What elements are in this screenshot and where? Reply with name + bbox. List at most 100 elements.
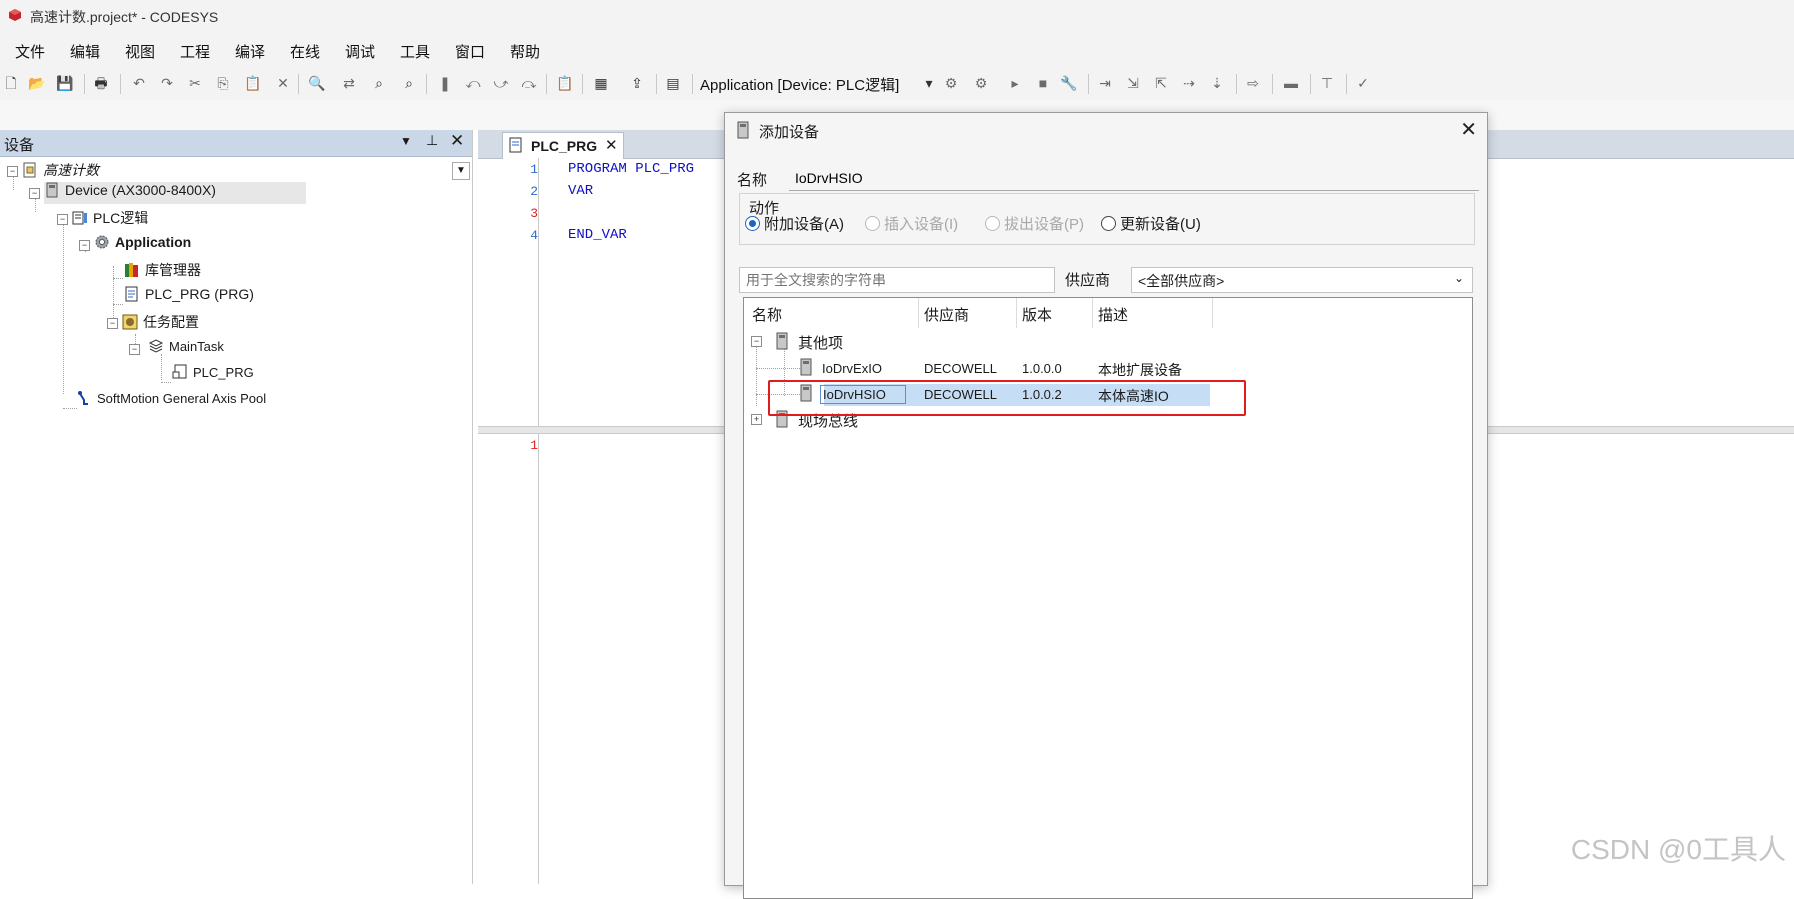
force-values-icon[interactable]: ⊤ xyxy=(1318,73,1336,93)
tree-item-device[interactable]: Device (AX3000-8400X) xyxy=(44,182,306,204)
menu-window[interactable]: 窗口 xyxy=(455,41,485,62)
task-config-icon xyxy=(122,314,138,330)
stop-icon[interactable]: ■ xyxy=(1034,73,1052,93)
paste-icon[interactable]: 📋 xyxy=(244,73,262,93)
menu-edit[interactable]: 编辑 xyxy=(70,41,100,62)
collapse-toggle[interactable]: − xyxy=(7,166,18,177)
print-icon[interactable]: 🖶 xyxy=(92,73,110,93)
toolbar: 🗋 📂 💾 🖶 ↶ ↷ ✂ ⎘ 📋 ✕ 🔍 ⇄ ⌕ ⌕ ❚ ⤺ ⤻ ⤼ 📋 ▦ … xyxy=(0,68,1794,100)
column-header-description[interactable]: 描述 xyxy=(1098,304,1128,325)
close-panel-icon[interactable]: ✕ xyxy=(450,131,464,151)
run-to-cursor-icon[interactable]: ⇢ xyxy=(1180,73,1198,93)
login-icon[interactable]: ⚙ xyxy=(942,73,960,93)
radio-update-device[interactable]: 更新设备(U) xyxy=(1101,213,1201,234)
step-into-icon[interactable]: ⇲ xyxy=(1124,73,1142,93)
close-tab-icon[interactable]: ✕ xyxy=(605,136,618,154)
reset-icon[interactable]: 🔧 xyxy=(1060,73,1078,93)
watermark: CSDN @0工具人 xyxy=(1570,834,1786,865)
menu-online[interactable]: 在线 xyxy=(290,41,320,62)
step-over-icon[interactable]: ⇥ xyxy=(1096,73,1114,93)
line-number: 1 xyxy=(530,162,538,177)
vendor-select[interactable]: <全部供应商> ⌄ xyxy=(1131,267,1473,293)
tree-item-axis-pool[interactable]: SoftMotion General Axis Pool xyxy=(76,390,266,412)
replace-icon[interactable]: ⇄ xyxy=(340,73,358,93)
close-icon[interactable]: ✕ xyxy=(1460,117,1477,142)
active-application-selector[interactable]: Application [Device: PLC逻辑] xyxy=(700,74,899,95)
undo-icon[interactable]: ↶ xyxy=(130,73,148,93)
radio-unplug-device[interactable]: 拔出设备(P) xyxy=(985,213,1084,234)
device-config-icon[interactable]: ▤ xyxy=(664,73,682,93)
menu-view[interactable]: 视图 xyxy=(125,41,155,62)
menu-project[interactable]: 工程 xyxy=(180,41,210,62)
insert-object-icon[interactable]: ▦ xyxy=(592,73,610,93)
tree-item-plc-prg[interactable]: PLC_PRG (PRG) xyxy=(124,286,254,308)
tree-item-library-manager[interactable]: 库管理器 xyxy=(124,260,201,282)
tree-scroll-dropdown-icon[interactable]: ▼ xyxy=(452,162,470,180)
bookmark-next-icon[interactable]: ⤻ xyxy=(492,73,510,93)
start-icon[interactable]: ▸ xyxy=(1006,73,1024,93)
pin-icon[interactable]: ⊥ xyxy=(426,132,438,149)
bookmark-prev-icon[interactable]: ⤺ xyxy=(464,73,482,93)
chevron-down-icon: ⌄ xyxy=(1453,271,1464,285)
collapse-toggle[interactable]: − xyxy=(79,240,90,251)
code-line[interactable]: VAR xyxy=(568,183,593,199)
tree-item-application[interactable]: Application xyxy=(94,234,191,256)
find-all-icon[interactable]: ⌕ xyxy=(370,73,388,93)
copy-icon[interactable]: ⎘ xyxy=(214,73,232,93)
tree-item-plc-prg-call[interactable]: PLC_PRG xyxy=(172,364,254,386)
collapse-toggle[interactable]: − xyxy=(107,318,118,329)
redo-icon[interactable]: ↷ xyxy=(158,73,176,93)
code-line[interactable]: END_VAR xyxy=(568,227,627,243)
new-file-icon[interactable]: 🗋 xyxy=(2,73,20,93)
device-name-input[interactable] xyxy=(789,165,1479,191)
collapse-toggle[interactable]: − xyxy=(751,336,762,347)
name-label: 名称 xyxy=(737,172,768,189)
panel-dropdown-icon[interactable]: ▼ xyxy=(400,134,412,148)
tree-item-maintask[interactable]: MainTask xyxy=(148,338,224,360)
show-current-statement-icon[interactable]: ⇨ xyxy=(1244,73,1262,93)
delete-icon[interactable]: ✕ xyxy=(274,73,292,93)
cut-icon[interactable]: ✂ xyxy=(186,73,204,93)
write-values-icon[interactable]: ▬ xyxy=(1282,73,1300,93)
tree-item-task-config[interactable]: 任务配置 xyxy=(122,312,199,334)
expand-toggle[interactable]: + xyxy=(751,414,762,425)
set-next-statement-icon[interactable]: ⇣ xyxy=(1208,73,1226,93)
find-icon[interactable]: 🔍 xyxy=(308,73,326,93)
column-header-vendor[interactable]: 供应商 xyxy=(924,304,969,325)
code-line[interactable]: PROGRAM PLC_PRG xyxy=(568,161,694,177)
highlight-annotation xyxy=(768,380,1246,416)
clipboard-icon[interactable]: 📋 xyxy=(556,73,574,93)
find-next-icon[interactable]: ⌕ xyxy=(400,73,418,93)
device-name-cell[interactable]: IoDrvExIO xyxy=(822,361,882,376)
radio-append-device[interactable]: 附加设备(A) xyxy=(745,213,844,234)
export-icon[interactable]: ⇪ xyxy=(628,73,646,93)
tree-item-project[interactable]: 高速计数 xyxy=(22,160,99,182)
radio-insert-device[interactable]: 插入设备(I) xyxy=(865,213,958,234)
collapse-toggle[interactable]: − xyxy=(57,214,68,225)
collapse-toggle[interactable]: − xyxy=(129,344,140,355)
column-header-version[interactable]: 版本 xyxy=(1022,304,1052,325)
device-panel-header: 设备 ▼ ⊥ ✕ xyxy=(0,130,472,157)
menu-debug[interactable]: 调试 xyxy=(345,41,375,62)
save-icon[interactable]: 💾 xyxy=(56,73,74,93)
open-folder-icon[interactable]: 📂 xyxy=(28,73,46,93)
tree-item-plc-logic[interactable]: PLC逻辑 xyxy=(72,208,148,230)
menu-build[interactable]: 编译 xyxy=(235,41,265,62)
menu-file[interactable]: 文件 xyxy=(15,41,45,62)
unforce-icon[interactable]: ✓ xyxy=(1354,73,1372,93)
tab-plc-prg[interactable]: PLC_PRG ✕ xyxy=(502,132,624,159)
line-number: 4 xyxy=(530,228,538,243)
project-icon xyxy=(22,162,38,178)
logout-icon[interactable]: ⚙ xyxy=(972,73,990,93)
group-other[interactable]: 其他项 xyxy=(798,332,843,353)
bookmark-clear-icon[interactable]: ⤼ xyxy=(520,73,538,93)
fulltext-search-input[interactable] xyxy=(739,267,1055,293)
step-out-icon[interactable]: ⇱ xyxy=(1152,73,1170,93)
bookmark-icon[interactable]: ❚ xyxy=(436,73,454,93)
menu-tools[interactable]: 工具 xyxy=(400,41,430,62)
column-header-name[interactable]: 名称 xyxy=(752,304,782,325)
collapse-toggle[interactable]: − xyxy=(29,188,40,199)
vendor-label: 供应商 xyxy=(1065,272,1111,289)
dropdown-arrow-icon[interactable]: ▾ xyxy=(920,73,938,93)
menu-help[interactable]: 帮助 xyxy=(510,41,540,62)
